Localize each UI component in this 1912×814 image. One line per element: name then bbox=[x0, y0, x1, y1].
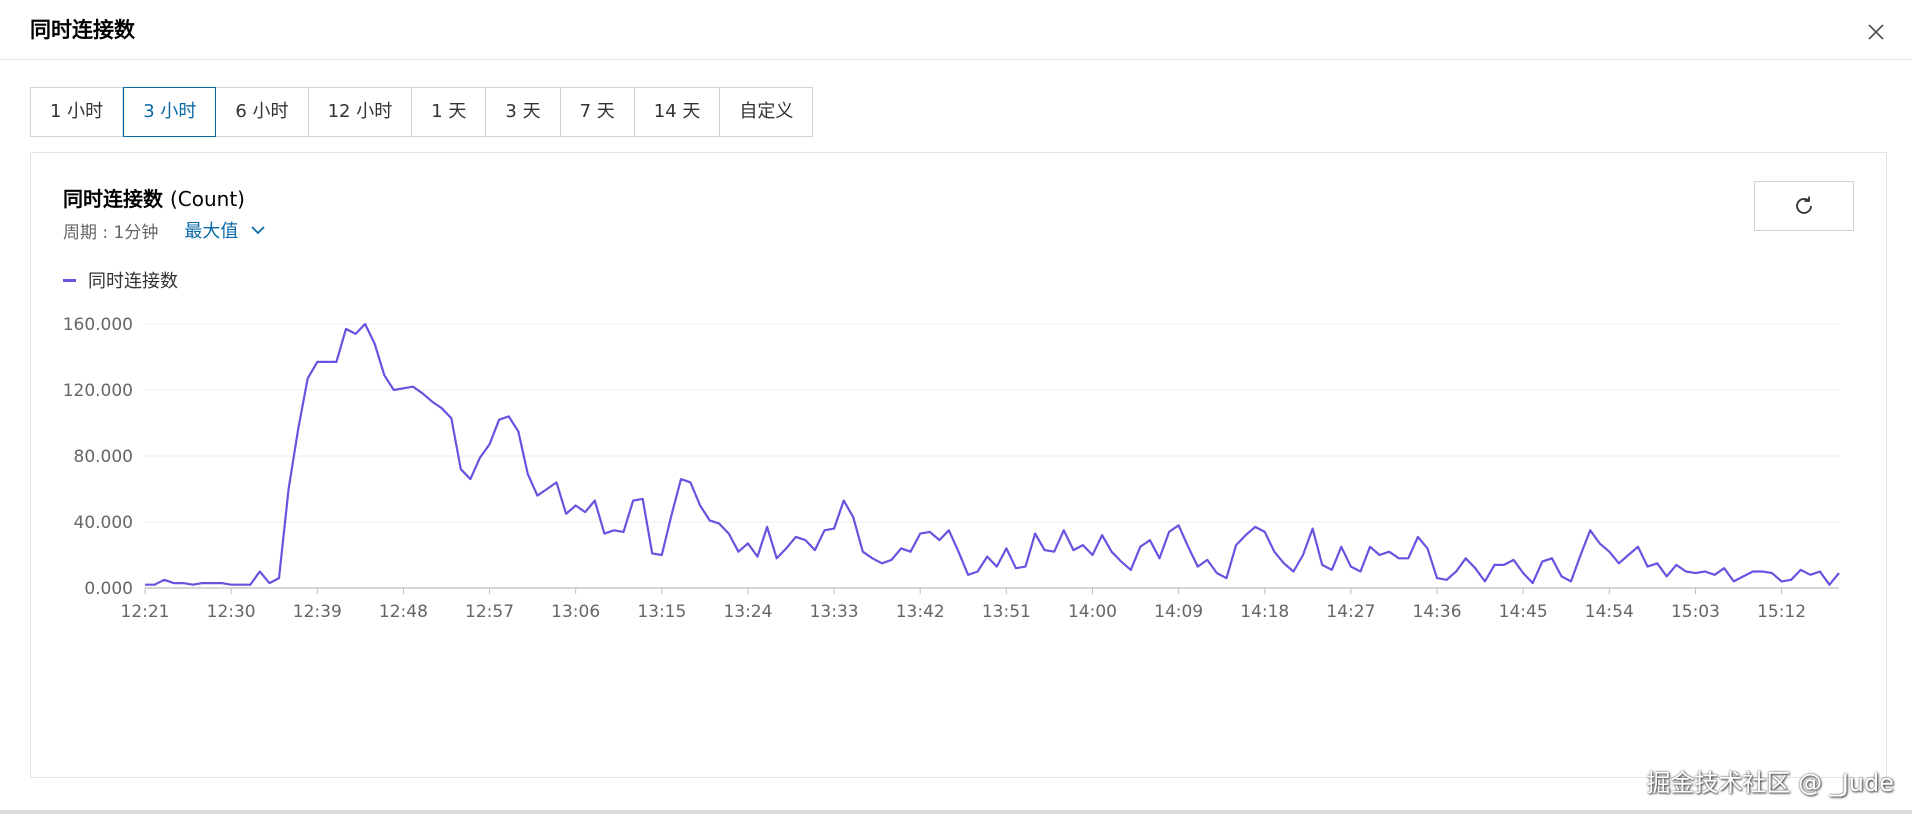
bottom-scrollbar[interactable] bbox=[0, 810, 1912, 814]
line-chart: 0.000 40.000 80.000 120.000 160.000 12:21 12:3… bbox=[63, 315, 1840, 622]
tab-8[interactable]: 14 天 bbox=[635, 88, 721, 136]
x-tick-label: 14:45 bbox=[1499, 602, 1548, 622]
x-tick-label: 12:21 bbox=[121, 602, 170, 622]
y-tick-label: 120.000 bbox=[63, 381, 133, 401]
x-tick-label: 13:51 bbox=[982, 602, 1031, 622]
y-tick-label: 160.000 bbox=[63, 315, 133, 335]
x-tick-label: 12:57 bbox=[465, 602, 514, 622]
dialog-header: 同时连接数 bbox=[0, 0, 1912, 60]
tab-2[interactable]: 3 小时 bbox=[123, 87, 217, 137]
tab-1[interactable]: 1 小时 bbox=[31, 88, 124, 136]
x-tick-label: 14:18 bbox=[1240, 602, 1289, 622]
tab-7[interactable]: 7 天 bbox=[561, 88, 635, 136]
time-range-tabs: 1 小时 3 小时 6 小时 12 小时 1 天3 天7 天 14 天自定义 bbox=[30, 87, 814, 137]
y-tick-label: 40.000 bbox=[74, 513, 133, 533]
y-tick-label: 0.000 bbox=[84, 579, 133, 599]
x-tick-label: 13:33 bbox=[810, 602, 859, 622]
x-tick-label: 14:36 bbox=[1413, 602, 1462, 622]
tab-9[interactable]: 自定义 bbox=[720, 88, 812, 136]
x-tick-label: 13:15 bbox=[637, 602, 686, 622]
x-tick-label: 15:03 bbox=[1671, 602, 1720, 622]
watermark: 掘金技术社区 @ _Jude bbox=[1646, 769, 1894, 797]
x-tick-label: 14:54 bbox=[1585, 602, 1634, 622]
tab-3[interactable]: 6 小时 bbox=[216, 88, 309, 136]
tab-4[interactable]: 12 小时 bbox=[309, 88, 413, 136]
y-tick-label: 80.000 bbox=[74, 447, 133, 467]
x-tick-label: 13:42 bbox=[896, 602, 945, 622]
x-tick-label: 14:09 bbox=[1154, 602, 1203, 622]
x-tick-label: 15:12 bbox=[1757, 602, 1806, 622]
x-tick-label: 13:24 bbox=[723, 602, 772, 622]
x-tick-label: 14:27 bbox=[1326, 602, 1375, 622]
x-tick-label: 13:06 bbox=[551, 602, 600, 622]
x-tick-label: 12:30 bbox=[207, 602, 256, 622]
tab-5[interactable]: 1 天 bbox=[412, 88, 487, 136]
dialog-title: 同时连接数 bbox=[30, 18, 135, 42]
chart-panel: 同时连接数 (Count) 周期 : 1分钟 最大值 同时连接数 0.000 40… bbox=[30, 152, 1887, 778]
close-button[interactable] bbox=[1862, 18, 1890, 46]
x-tick-label: 12:48 bbox=[379, 602, 428, 622]
close-icon bbox=[1868, 24, 1884, 40]
x-tick-label: 12:39 bbox=[293, 602, 342, 622]
tab-6[interactable]: 3 天 bbox=[486, 88, 561, 136]
x-tick-label: 14:00 bbox=[1068, 602, 1117, 622]
series-line bbox=[145, 322, 1840, 586]
